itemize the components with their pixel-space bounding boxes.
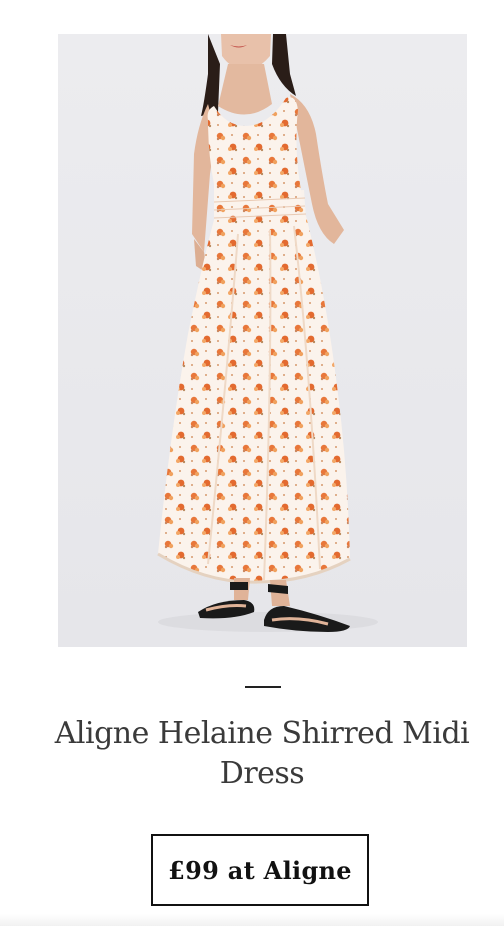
bottom-fade <box>0 914 504 926</box>
product-image[interactable] <box>58 34 467 647</box>
title-divider <box>245 686 281 688</box>
shop-now-button[interactable]: £99 at Aligne <box>151 834 369 906</box>
dress-photo-illustration <box>58 34 467 647</box>
product-title[interactable]: Aligne Helaine Shirred Midi Dress <box>20 714 504 794</box>
shop-now-label: £99 at Aligne <box>168 855 352 885</box>
